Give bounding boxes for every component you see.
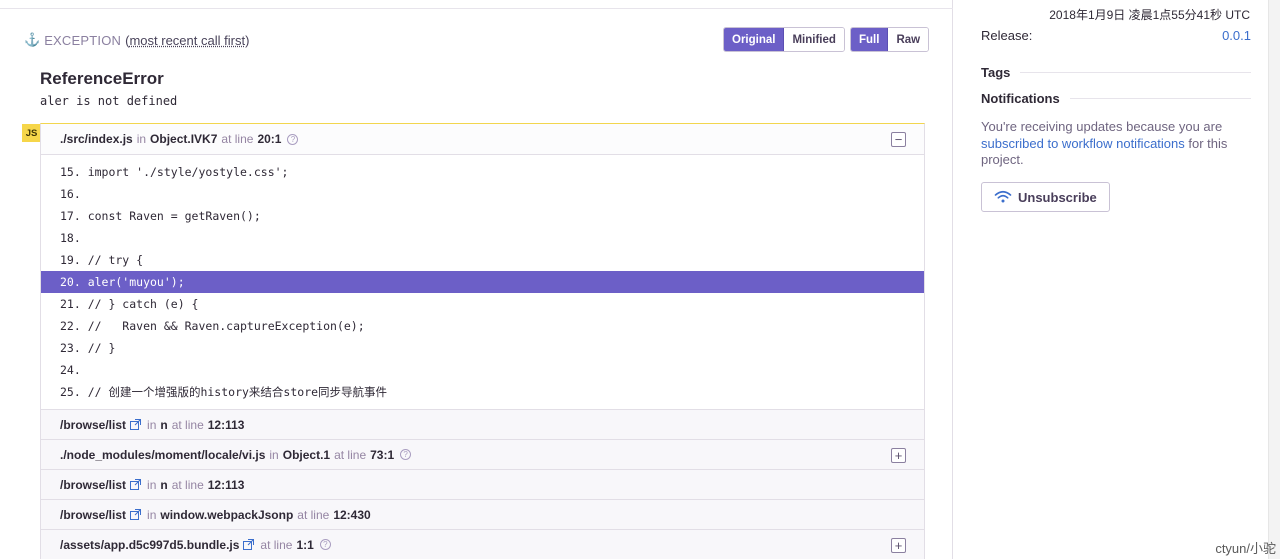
code-line: 18. (60, 231, 81, 245)
stack-view-group: Full Raw (850, 27, 930, 52)
frame-filename: ./src/index.js (60, 132, 133, 146)
expand-frame-button[interactable]: + (891, 538, 906, 553)
frame-filename: /browse/list (60, 477, 127, 492)
external-link-icon[interactable] (243, 539, 255, 550)
unsubscribe-button[interactable]: Unsubscribe (981, 182, 1110, 212)
frame-line: 20:1 (257, 132, 282, 146)
help-icon[interactable]: ? (319, 539, 331, 550)
divider (1069, 98, 1251, 99)
external-link-icon[interactable] (130, 419, 142, 430)
notifications-label: Notifications (981, 91, 1060, 106)
exception-title: EXCEPTION (44, 32, 122, 48)
code-line: 24. (60, 363, 81, 377)
external-link-icon[interactable] (130, 509, 142, 520)
raw-button[interactable]: Raw (888, 28, 929, 51)
frame-filename: ./node_modules/moment/locale/vi.js (60, 447, 266, 462)
frame-filename: /browse/list (60, 417, 127, 432)
code-line: 21. // } catch (e) { (60, 297, 199, 311)
stack-frame-header[interactable]: /browse/list in n at line 12:113 (41, 410, 924, 440)
frame-at-label: at line (221, 132, 254, 146)
frame-line: 73:1 (370, 447, 395, 462)
help-icon[interactable]: ? (287, 133, 299, 145)
unsubscribe-label: Unsubscribe (1018, 189, 1097, 205)
exception-header: ⚓ EXCEPTION (most recent call first) (24, 30, 249, 50)
minified-button[interactable]: Minified (784, 28, 844, 51)
scrollbar[interactable] (1268, 0, 1280, 559)
frame-in-label: in (136, 132, 147, 146)
wifi-icon (994, 190, 1012, 203)
stack-frame-header[interactable]: /browse/list in window.webpackJsonp at l… (41, 500, 924, 530)
frame-at-label: at line (171, 477, 204, 492)
tags-label: Tags (981, 65, 1011, 80)
platform-badge: JS (22, 124, 41, 142)
frame-in-label: in (147, 477, 157, 492)
notifications-heading: Notifications (981, 91, 1251, 106)
code-line: 22. // Raven && Raven.captureException(e… (60, 319, 365, 333)
error-type: ReferenceError (40, 69, 164, 88)
code-line: 23. // } (60, 341, 116, 355)
stack-frame-header[interactable]: /assets/app.d5c997d5.bundle.js at line 1… (41, 530, 924, 559)
notification-text: You're receiving updates because you are (981, 119, 1223, 134)
collapse-frame-button[interactable]: − (891, 132, 906, 147)
call-order-toggle[interactable]: (most recent call first) (125, 33, 249, 48)
frame-line: 12:113 (207, 417, 245, 432)
frame-line: 1:1 (296, 537, 314, 552)
help-icon[interactable]: ? (400, 449, 412, 460)
workflow-notifications-link[interactable]: subscribed to workflow notifications (981, 136, 1185, 151)
code-line: 17. const Raven = getRaven(); (60, 209, 261, 223)
code-line: 16. (60, 187, 81, 201)
error-message: aler is not defined (40, 94, 178, 108)
frame-in-label: in (269, 447, 279, 462)
stack-frame-header[interactable]: /browse/list in n at line 12:113 (41, 470, 924, 500)
release-row: Release: 0.0.1 (981, 28, 1251, 43)
frame-function: Object.1 (282, 447, 331, 462)
frame-at-label: at line (260, 537, 293, 552)
frame-at-label: at line (297, 507, 330, 522)
display-mode-group: Original Minified (723, 27, 845, 52)
event-date: 2018年1月9日 凌晨1点55分41秒 UTC (1049, 8, 1250, 22)
watermark: ctyun/小驼 (1215, 541, 1276, 556)
frame-function: n (160, 477, 168, 492)
frame-function: Object.IVK7 (150, 132, 218, 146)
notification-reason: You're receiving updates because you are… (981, 119, 1231, 169)
code-line: 15. import './style/yostyle.css'; (60, 165, 289, 179)
top-divider (0, 0, 953, 9)
event-sidebar: 2018年1月9日 凌晨1点55分41秒 UTC Release: 0.0.1 … (954, 0, 1280, 559)
stack-frame-header[interactable]: ./node_modules/moment/locale/vi.js in Ob… (41, 440, 924, 470)
stack-frame-header[interactable]: ./src/index.js in Object.IVK7 at line 20… (41, 124, 924, 155)
frame-line: 12:430 (333, 507, 371, 522)
frame-function: window.webpackJsonp (160, 507, 294, 522)
external-link-icon[interactable] (130, 479, 142, 490)
frame-line: 12:113 (207, 477, 245, 492)
frame-in-label: in (147, 417, 157, 432)
expand-frame-button[interactable]: + (891, 448, 906, 463)
frame-function: n (160, 417, 168, 432)
frame-at-label: at line (334, 447, 367, 462)
release-label: Release: (981, 28, 1033, 43)
frame-in-label: in (147, 507, 157, 522)
tags-heading: Tags (981, 65, 1251, 80)
event-main-panel: ⚓ EXCEPTION (most recent call first) Ori… (0, 0, 953, 559)
full-button[interactable]: Full (851, 28, 889, 51)
divider (1020, 72, 1251, 73)
frame-at-label: at line (171, 417, 204, 432)
stacktrace: ./src/index.js in Object.IVK7 at line 20… (40, 123, 925, 559)
code-context: 15. import './style/yostyle.css'; 16. 17… (41, 155, 924, 410)
frame-filename: /assets/app.d5c997d5.bundle.js (60, 537, 240, 552)
frame-filename: /browse/list (60, 507, 127, 522)
code-line-active: 20. aler('muyou'); (41, 271, 924, 293)
code-line: 25. // 创建一个增强版的history来结合store同步导航事件 (60, 385, 388, 399)
anchor-icon[interactable]: ⚓ (24, 32, 40, 48)
code-line: 19. // try { (60, 253, 144, 267)
release-link[interactable]: 0.0.1 (1222, 28, 1251, 43)
original-button[interactable]: Original (724, 28, 785, 51)
